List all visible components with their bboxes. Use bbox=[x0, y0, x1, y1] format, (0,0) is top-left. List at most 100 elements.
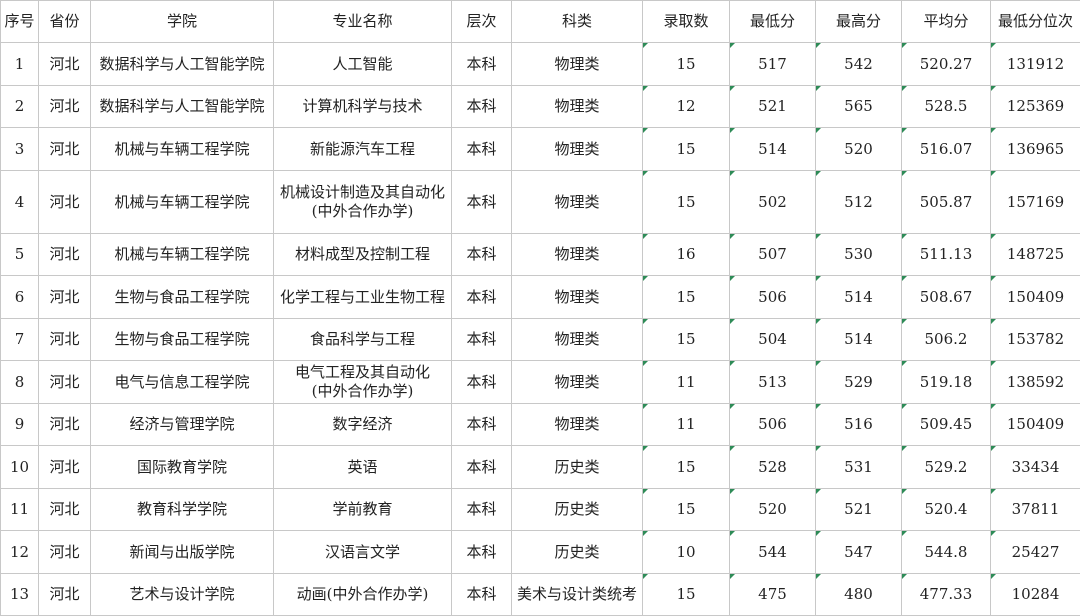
cell-category: 历史类 bbox=[511, 488, 643, 531]
cell-category: 物理类 bbox=[511, 85, 643, 128]
header-cell-index: 序号 bbox=[0, 0, 39, 43]
table-row: 3 河北 机械与车辆工程学院 新能源汽车工程 本科 物理类 15 514 520 516.07 13… bbox=[0, 127, 1080, 171]
cell-level: 本科 bbox=[451, 233, 512, 276]
header-cell-admitted: 录取数 bbox=[642, 0, 730, 43]
cell-admitted: 16 bbox=[642, 233, 730, 276]
cell-category: 物理类 bbox=[511, 318, 643, 361]
cell-min-rank: 131912 bbox=[990, 42, 1080, 86]
cell-avg-score: 506.2 bbox=[901, 318, 991, 361]
cell-college: 生物与食品工程学院 bbox=[90, 318, 274, 361]
cell-max-score: 529 bbox=[815, 360, 902, 404]
cell-province: 河北 bbox=[38, 127, 91, 171]
cell-max-score: 520 bbox=[815, 127, 902, 171]
cell-max-score: 521 bbox=[815, 488, 902, 531]
cell-category: 历史类 bbox=[511, 530, 643, 574]
cell-category: 物理类 bbox=[511, 233, 643, 276]
cell-level: 本科 bbox=[451, 85, 512, 128]
cell-avg-score: 516.07 bbox=[901, 127, 991, 171]
cell-college: 经济与管理学院 bbox=[90, 403, 274, 446]
cell-avg-score: 529.2 bbox=[901, 445, 991, 489]
header-cell-min-rank: 最低分位次 bbox=[990, 0, 1080, 43]
cell-index: 2 bbox=[0, 85, 39, 128]
cell-avg-score: 528.5 bbox=[901, 85, 991, 128]
cell-admitted: 15 bbox=[642, 275, 730, 319]
cell-major: 材料成型及控制工程 bbox=[273, 233, 452, 276]
cell-college: 新闻与出版学院 bbox=[90, 530, 274, 574]
cell-min-score: 528 bbox=[729, 445, 816, 489]
cell-level: 本科 bbox=[451, 488, 512, 531]
cell-level: 本科 bbox=[451, 403, 512, 446]
cell-index: 11 bbox=[0, 488, 39, 531]
cell-province: 河北 bbox=[38, 488, 91, 531]
cell-college: 数据科学与人工智能学院 bbox=[90, 42, 274, 86]
cell-index: 7 bbox=[0, 318, 39, 361]
header-cell-province: 省份 bbox=[38, 0, 91, 43]
cell-admitted: 15 bbox=[642, 573, 730, 616]
cell-avg-score: 520.27 bbox=[901, 42, 991, 86]
cell-index: 13 bbox=[0, 573, 39, 616]
cell-level: 本科 bbox=[451, 318, 512, 361]
cell-min-rank: 150409 bbox=[990, 403, 1080, 446]
cell-admitted: 15 bbox=[642, 318, 730, 361]
cell-category: 物理类 bbox=[511, 403, 643, 446]
cell-min-rank: 10284 bbox=[990, 573, 1080, 616]
cell-category: 历史类 bbox=[511, 445, 643, 489]
cell-admitted: 10 bbox=[642, 530, 730, 574]
cell-admitted: 15 bbox=[642, 170, 730, 234]
cell-category: 物理类 bbox=[511, 360, 643, 404]
cell-index: 8 bbox=[0, 360, 39, 404]
cell-province: 河北 bbox=[38, 85, 91, 128]
cell-province: 河北 bbox=[38, 170, 91, 234]
cell-min-rank: 37811 bbox=[990, 488, 1080, 531]
header-cell-college: 学院 bbox=[90, 0, 274, 43]
cell-avg-score: 511.13 bbox=[901, 233, 991, 276]
cell-min-score: 502 bbox=[729, 170, 816, 234]
cell-college: 机械与车辆工程学院 bbox=[90, 170, 274, 234]
cell-college: 教育科学学院 bbox=[90, 488, 274, 531]
table-row: 6 河北 生物与食品工程学院 化学工程与工业生物工程 本科 物理类 15 506 514 508.… bbox=[0, 275, 1080, 319]
cell-major: 动画(中外合作办学) bbox=[273, 573, 452, 616]
header-cell-category: 科类 bbox=[511, 0, 643, 43]
header-row: 序号 省份 学院 专业名称 层次 科类 录取数 最低分 最高分 平均分 最低分位… bbox=[0, 0, 1080, 43]
cell-index: 5 bbox=[0, 233, 39, 276]
cell-major: 电气工程及其自动化 (中外合作办学) bbox=[273, 360, 452, 404]
cell-province: 河北 bbox=[38, 42, 91, 86]
cell-major: 人工智能 bbox=[273, 42, 452, 86]
admission-table: 序号 省份 学院 专业名称 层次 科类 录取数 最低分 最高分 平均分 最低分位… bbox=[0, 0, 1080, 616]
cell-admitted: 11 bbox=[642, 403, 730, 446]
cell-major: 新能源汽车工程 bbox=[273, 127, 452, 171]
cell-province: 河北 bbox=[38, 403, 91, 446]
cell-category: 物理类 bbox=[511, 42, 643, 86]
cell-max-score: 512 bbox=[815, 170, 902, 234]
table-row: 11 河北 教育科学学院 学前教育 本科 历史类 15 520 521 520.4 37811 bbox=[0, 488, 1080, 531]
cell-min-score: 520 bbox=[729, 488, 816, 531]
cell-level: 本科 bbox=[451, 42, 512, 86]
cell-category: 物理类 bbox=[511, 127, 643, 171]
table-row: 12 河北 新闻与出版学院 汉语言文学 本科 历史类 10 544 547 544.8 25427 bbox=[0, 530, 1080, 574]
cell-province: 河北 bbox=[38, 530, 91, 574]
cell-admitted: 12 bbox=[642, 85, 730, 128]
cell-college: 电气与信息工程学院 bbox=[90, 360, 274, 404]
cell-avg-score: 509.45 bbox=[901, 403, 991, 446]
cell-avg-score: 508.67 bbox=[901, 275, 991, 319]
table-row: 1 河北 数据科学与人工智能学院 人工智能 本科 物理类 15 517 542 520.27 131… bbox=[0, 42, 1080, 86]
cell-avg-score: 520.4 bbox=[901, 488, 991, 531]
cell-min-score: 504 bbox=[729, 318, 816, 361]
header-cell-max-score: 最高分 bbox=[815, 0, 902, 43]
cell-min-rank: 125369 bbox=[990, 85, 1080, 128]
cell-category: 美术与设计类统考 bbox=[511, 573, 643, 616]
cell-max-score: 516 bbox=[815, 403, 902, 446]
cell-min-rank: 136965 bbox=[990, 127, 1080, 171]
cell-province: 河北 bbox=[38, 318, 91, 361]
table-row: 2 河北 数据科学与人工智能学院 计算机科学与技术 本科 物理类 12 521 565 528.5… bbox=[0, 85, 1080, 128]
cell-major: 计算机科学与技术 bbox=[273, 85, 452, 128]
cell-min-rank: 150409 bbox=[990, 275, 1080, 319]
cell-province: 河北 bbox=[38, 573, 91, 616]
cell-college: 生物与食品工程学院 bbox=[90, 275, 274, 319]
cell-admitted: 15 bbox=[642, 127, 730, 171]
header-cell-level: 层次 bbox=[451, 0, 512, 43]
cell-admitted: 15 bbox=[642, 488, 730, 531]
table-body: 1 河北 数据科学与人工智能学院 人工智能 本科 物理类 15 517 542 520.27 131… bbox=[0, 42, 1080, 616]
cell-college: 数据科学与人工智能学院 bbox=[90, 85, 274, 128]
cell-min-score: 507 bbox=[729, 233, 816, 276]
